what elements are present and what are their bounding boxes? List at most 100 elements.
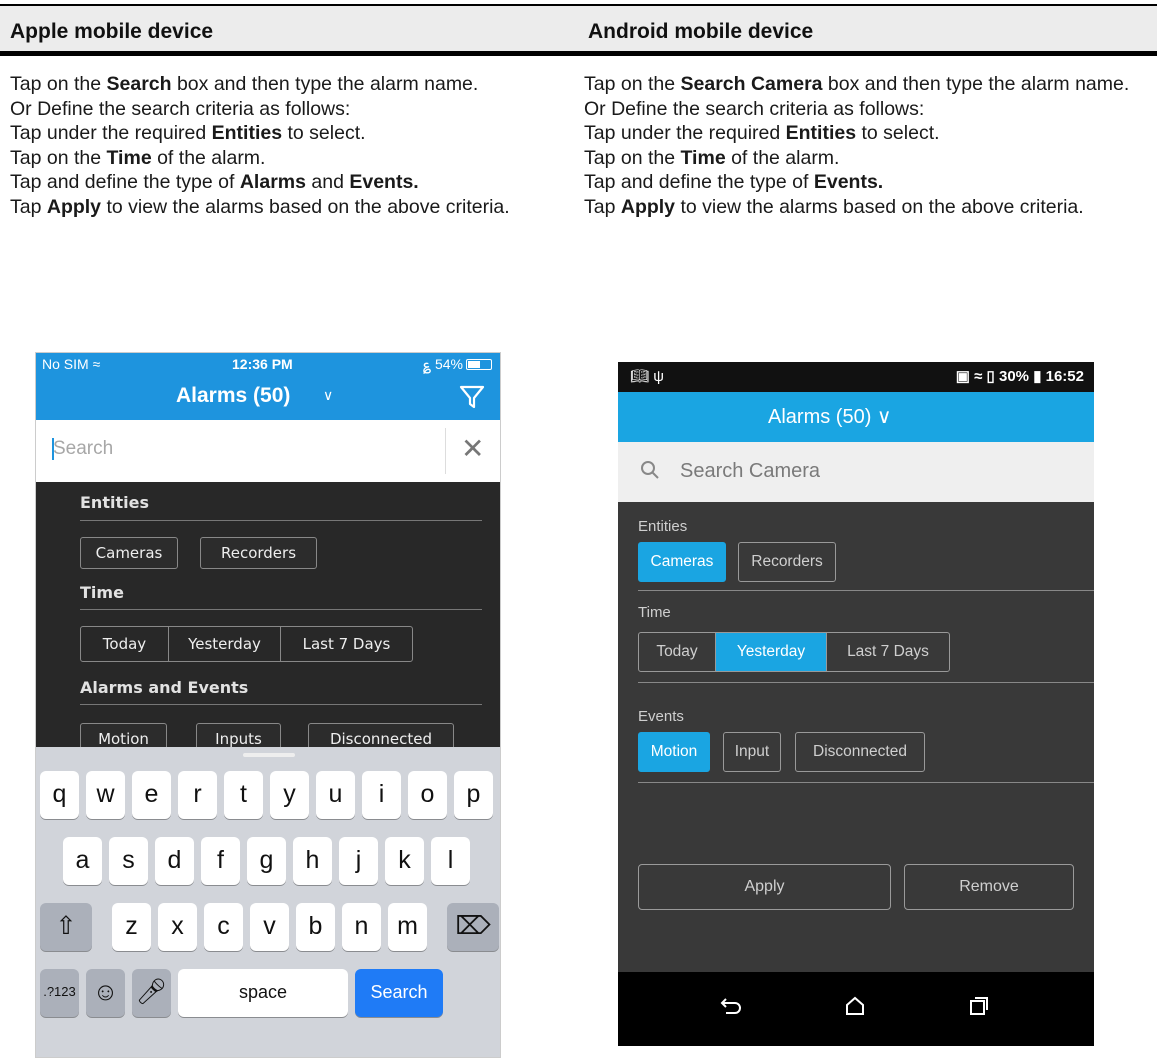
android-nav-title-text: Alarms (50) — [768, 406, 872, 428]
android-recorders-button[interactable]: Recorders — [738, 542, 836, 582]
keyboard-row-2: a s d f g h j k l — [63, 837, 477, 885]
android-instructions: Tap on the Search Camera box and then ty… — [584, 73, 1130, 218]
keyboard-handle — [243, 753, 295, 757]
microphone-key-icon[interactable]: 🎤︎ — [132, 969, 171, 1017]
key-y[interactable]: y — [270, 771, 309, 819]
book-icon: 📖︎ — [630, 368, 650, 385]
ios-status-bar: No SIM ≈ 12:36 PM ؏ 54% — [36, 353, 500, 375]
ios-search-field[interactable]: Search ✕ — [36, 420, 500, 482]
key-h[interactable]: h — [293, 837, 332, 885]
key-d[interactable]: d — [155, 837, 194, 885]
key-f[interactable]: f — [201, 837, 240, 885]
keyboard-row-1: q w e r t y u i o p — [40, 771, 500, 819]
key-q[interactable]: q — [40, 771, 79, 819]
battery-icon — [466, 359, 492, 370]
ios-time-segmented: Today Yesterday Last 7 Days — [80, 626, 413, 662]
ios-recorders-button[interactable]: Recorders — [200, 537, 317, 569]
android-search-placeholder: Search Camera — [680, 460, 821, 482]
android-clock: 16:52 — [1045, 368, 1084, 385]
back-icon[interactable] — [720, 996, 742, 1021]
divider — [638, 590, 1094, 591]
key-b[interactable]: b — [296, 903, 335, 951]
ios-battery-percent: 54% — [434, 356, 463, 372]
keyboard-row-4: .?123 ☺ 🎤︎ space Search — [40, 969, 450, 1017]
ios-alarms-label: Alarms and Events — [80, 678, 249, 697]
chevron-down-icon[interactable]: ∨ — [323, 387, 333, 404]
space-key[interactable]: space — [178, 969, 348, 1017]
key-w[interactable]: w — [86, 771, 125, 819]
ios-entities-label: Entities — [80, 493, 149, 512]
vibrate-icon: ▣ — [955, 368, 970, 385]
android-battery-percent: 30% — [998, 368, 1030, 385]
divider — [638, 682, 1094, 683]
key-a[interactable]: a — [63, 837, 102, 885]
key-x[interactable]: x — [158, 903, 197, 951]
emoji-key-icon[interactable]: ☺ — [86, 969, 125, 1017]
android-cameras-button[interactable]: Cameras — [638, 542, 726, 582]
iphone-screenshot: No SIM ≈ 12:36 PM ؏ 54% Alarms (50) ∨ Se… — [35, 352, 501, 1058]
key-u[interactable]: u — [316, 771, 355, 819]
backspace-key-icon[interactable]: ⌦ — [447, 903, 499, 951]
key-v[interactable]: v — [250, 903, 289, 951]
key-n[interactable]: n — [342, 903, 381, 951]
ios-time-label: Time — [80, 583, 124, 602]
divider — [638, 782, 1094, 783]
android-time-today[interactable]: Today — [639, 633, 716, 671]
android-time-last7[interactable]: Last 7 Days — [827, 633, 949, 671]
signal-icon: ▯ — [986, 368, 995, 385]
filter-icon[interactable] — [458, 383, 486, 416]
ios-filter-panel: Entities Cameras Recorders Time Today Ye… — [36, 482, 500, 755]
ios-time-today[interactable]: Today — [81, 627, 169, 661]
home-icon[interactable] — [844, 996, 866, 1021]
key-t[interactable]: t — [224, 771, 263, 819]
key-r[interactable]: r — [178, 771, 217, 819]
android-events-label: Events — [638, 708, 684, 725]
android-time-yesterday[interactable]: Yesterday — [716, 633, 827, 671]
wifi-icon: ≈ — [974, 368, 983, 385]
android-screenshot: 📖︎ ψ ▣ ≈ ▯ 30% ▮ 16:52 Alarms (50) ∨ Sea… — [618, 362, 1094, 1046]
wifi-icon: ≈ — [92, 356, 101, 372]
key-k[interactable]: k — [385, 837, 424, 885]
divider — [80, 609, 482, 610]
close-icon[interactable]: ✕ — [461, 432, 484, 465]
key-m[interactable]: m — [388, 903, 427, 951]
search-key[interactable]: Search — [355, 969, 443, 1017]
apply-button[interactable]: Apply — [638, 864, 891, 910]
apple-instructions: Tap on the Search box and then type the … — [10, 73, 510, 218]
battery-icon: ▮ — [1033, 368, 1042, 385]
key-l[interactable]: l — [431, 837, 470, 885]
recent-apps-icon[interactable] — [968, 996, 990, 1021]
search-icon — [638, 458, 662, 487]
key-g[interactable]: g — [247, 837, 286, 885]
android-filter-panel: Entities Cameras Recorders Time Today Ye… — [618, 502, 1094, 972]
ios-time-yesterday[interactable]: Yesterday — [169, 627, 281, 661]
android-motion-button[interactable]: Motion — [638, 732, 710, 772]
android-disconnected-button[interactable]: Disconnected — [795, 732, 925, 772]
apple-column-heading: Apple mobile device — [10, 20, 214, 43]
ios-keyboard: q w e r t y u i o p a s d f g h j k l ⇧ … — [36, 747, 500, 1057]
key-i[interactable]: i — [362, 771, 401, 819]
ios-nav-title[interactable]: Alarms (50) — [176, 384, 290, 408]
key-z[interactable]: z — [112, 903, 151, 951]
android-nav-title[interactable]: Alarms (50) ∨ — [768, 404, 892, 429]
android-search-field[interactable]: Search Camera — [618, 442, 1094, 502]
ios-cameras-button[interactable]: Cameras — [80, 537, 178, 569]
numbers-key[interactable]: .?123 — [40, 969, 79, 1017]
usb-icon: ψ — [653, 368, 664, 385]
remove-button[interactable]: Remove — [904, 864, 1074, 910]
divider — [80, 520, 482, 521]
android-nav-bar: Alarms (50) ∨ — [618, 392, 1094, 442]
android-time-label: Time — [638, 604, 671, 621]
table-header: Apple mobile device Android mobile devic… — [0, 6, 1157, 56]
key-o[interactable]: o — [408, 771, 447, 819]
key-p[interactable]: p — [454, 771, 493, 819]
shift-key-icon[interactable]: ⇧ — [40, 903, 92, 951]
key-s[interactable]: s — [109, 837, 148, 885]
key-c[interactable]: c — [204, 903, 243, 951]
ios-time-last7[interactable]: Last 7 Days — [281, 627, 412, 661]
key-e[interactable]: e — [132, 771, 171, 819]
android-input-button[interactable]: Input — [723, 732, 781, 772]
android-entities-label: Entities — [638, 518, 688, 535]
bluetooth-icon: ؏ — [422, 356, 432, 372]
key-j[interactable]: j — [339, 837, 378, 885]
